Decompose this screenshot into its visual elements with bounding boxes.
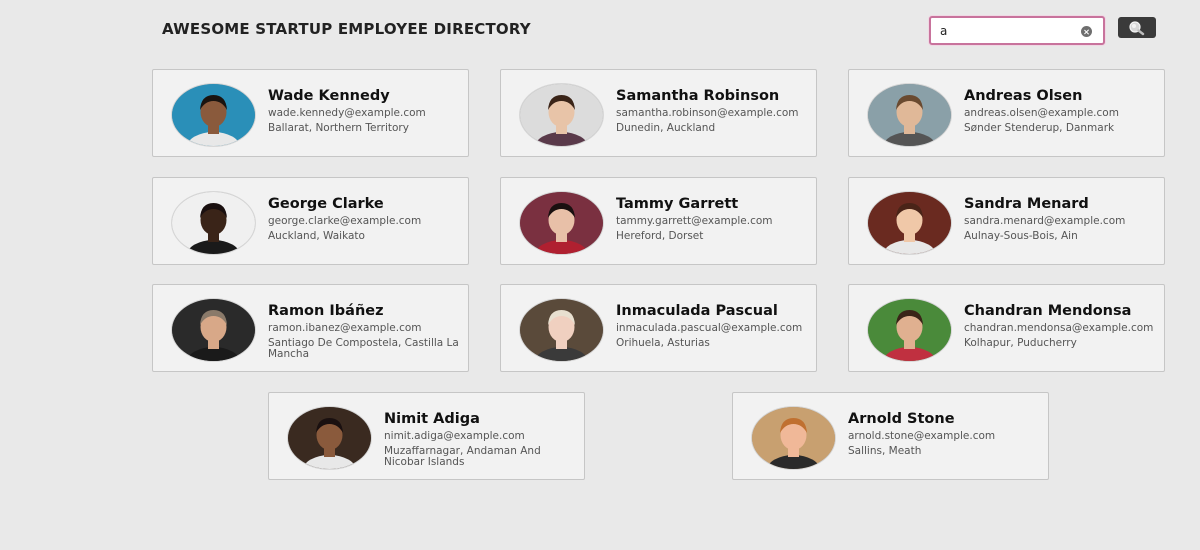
employee-email: andreas.olsen@example.com [964, 107, 1119, 119]
search-icon [1129, 20, 1145, 35]
employee-info: Samantha Robinson samantha.robinson@examp… [616, 87, 816, 134]
avatar [519, 298, 604, 362]
avatar-portrait [752, 407, 835, 469]
employee-info: Wade Kennedy wade.kennedy@example.com Ball… [268, 87, 468, 134]
employee-name: Ramon Ibáñez [268, 303, 384, 319]
avatar [287, 406, 372, 470]
avatar [867, 83, 952, 147]
directory-page: AWESOME STARTUP EMPLOYEE DIRECTORY Wade … [0, 0, 1200, 550]
employee-location: Dunedin, Auckland [616, 122, 716, 134]
employee-card[interactable]: Sandra Menard sandra.menard@example.com Au… [848, 177, 1165, 265]
employee-location: Ballarat, Northern Territory [268, 122, 409, 134]
avatar-portrait [868, 299, 951, 361]
employee-info: Sandra Menard sandra.menard@example.com Au… [964, 195, 1164, 242]
avatar-portrait [172, 84, 255, 146]
employee-card[interactable]: Inmaculada Pascual inmaculada.pascual@exa… [500, 284, 817, 372]
employee-info: Ramon Ibáñez ramon.ibanez@example.com Sant… [268, 302, 468, 360]
search-input[interactable] [929, 16, 1105, 45]
employee-name: Arnold Stone [848, 411, 955, 427]
employee-info: Tammy Garrett tammy.garrett@example.com He… [616, 195, 816, 242]
employee-name: George Clarke [268, 196, 384, 212]
employee-name: Inmaculada Pascual [616, 303, 778, 319]
avatar [171, 298, 256, 362]
avatar-portrait [172, 192, 255, 254]
employee-card[interactable]: Chandran Mendonsa chandran.mendonsa@examp… [848, 284, 1165, 372]
employee-info: Chandran Mendonsa chandran.mendonsa@examp… [964, 302, 1164, 349]
avatar [751, 406, 836, 470]
employee-email: sandra.menard@example.com [964, 215, 1126, 227]
employee-card[interactable]: Tammy Garrett tammy.garrett@example.com He… [500, 177, 817, 265]
employee-info: Inmaculada Pascual inmaculada.pascual@exa… [616, 302, 816, 349]
employee-location: Aulnay-Sous-Bois, Ain [964, 230, 1078, 242]
employee-info: Arnold Stone arnold.stone@example.com Sall… [848, 410, 1048, 457]
avatar [171, 191, 256, 255]
avatar-portrait [172, 299, 255, 361]
avatar-portrait [868, 192, 951, 254]
clear-search-icon[interactable] [1081, 26, 1092, 37]
employee-location: Sønder Stenderup, Danmark [964, 122, 1115, 134]
employee-name: Tammy Garrett [616, 196, 739, 212]
employee-card[interactable]: Arnold Stone arnold.stone@example.com Sall… [732, 392, 1049, 480]
page-title: AWESOME STARTUP EMPLOYEE DIRECTORY [162, 20, 531, 38]
employee-info: George Clarke george.clarke@example.com Au… [268, 195, 468, 242]
employee-card[interactable]: Wade Kennedy wade.kennedy@example.com Ball… [152, 69, 469, 157]
employee-name: Chandran Mendonsa [964, 303, 1132, 319]
avatar-portrait [520, 84, 603, 146]
avatar-portrait [868, 84, 951, 146]
avatar [171, 83, 256, 147]
employee-info: Andreas Olsen andreas.olsen@example.com Sø… [964, 87, 1164, 134]
employee-card[interactable]: Samantha Robinson samantha.robinson@examp… [500, 69, 817, 157]
employee-email: nimit.adiga@example.com [384, 430, 525, 442]
employee-card[interactable]: Ramon Ibáñez ramon.ibanez@example.com Sant… [152, 284, 469, 372]
employee-location: Santiago De Compostela, Castilla La Manc… [268, 337, 459, 360]
employee-name: Sandra Menard [964, 196, 1089, 212]
avatar-portrait [520, 192, 603, 254]
employee-email: wade.kennedy@example.com [268, 107, 426, 119]
employee-email: ramon.ibanez@example.com [268, 322, 422, 334]
employee-info: Nimit Adiga nimit.adiga@example.com Muzaff… [384, 410, 584, 468]
employee-name: Nimit Adiga [384, 411, 480, 427]
employee-email: george.clarke@example.com [268, 215, 422, 227]
employee-card[interactable]: Nimit Adiga nimit.adiga@example.com Muzaff… [268, 392, 585, 480]
employee-location: Muzaffarnagar, Andaman And Nicobar Islan… [384, 445, 541, 468]
avatar [867, 191, 952, 255]
avatar [867, 298, 952, 362]
employee-email: inmaculada.pascual@example.com [616, 322, 803, 334]
employee-email: chandran.mendonsa@example.com [964, 322, 1154, 334]
employee-location: Hereford, Dorset [616, 230, 704, 242]
employee-name: Samantha Robinson [616, 88, 780, 104]
employee-location: Auckland, Waikato [268, 230, 365, 242]
avatar [519, 83, 604, 147]
employee-card[interactable]: Andreas Olsen andreas.olsen@example.com Sø… [848, 69, 1165, 157]
avatar-portrait [288, 407, 371, 469]
search-button[interactable] [1118, 17, 1156, 38]
employee-name: Wade Kennedy [268, 88, 390, 104]
employee-location: Kolhapur, Puducherry [964, 337, 1077, 349]
employee-email: tammy.garrett@example.com [616, 215, 773, 227]
avatar-portrait [520, 299, 603, 361]
employee-location: Sallins, Meath [848, 445, 922, 457]
employee-card[interactable]: George Clarke george.clarke@example.com Au… [152, 177, 469, 265]
employee-location: Orihuela, Asturias [616, 337, 710, 349]
employee-name: Andreas Olsen [964, 88, 1083, 104]
employee-email: samantha.robinson@example.com [616, 107, 799, 119]
employee-email: arnold.stone@example.com [848, 430, 996, 442]
avatar [519, 191, 604, 255]
